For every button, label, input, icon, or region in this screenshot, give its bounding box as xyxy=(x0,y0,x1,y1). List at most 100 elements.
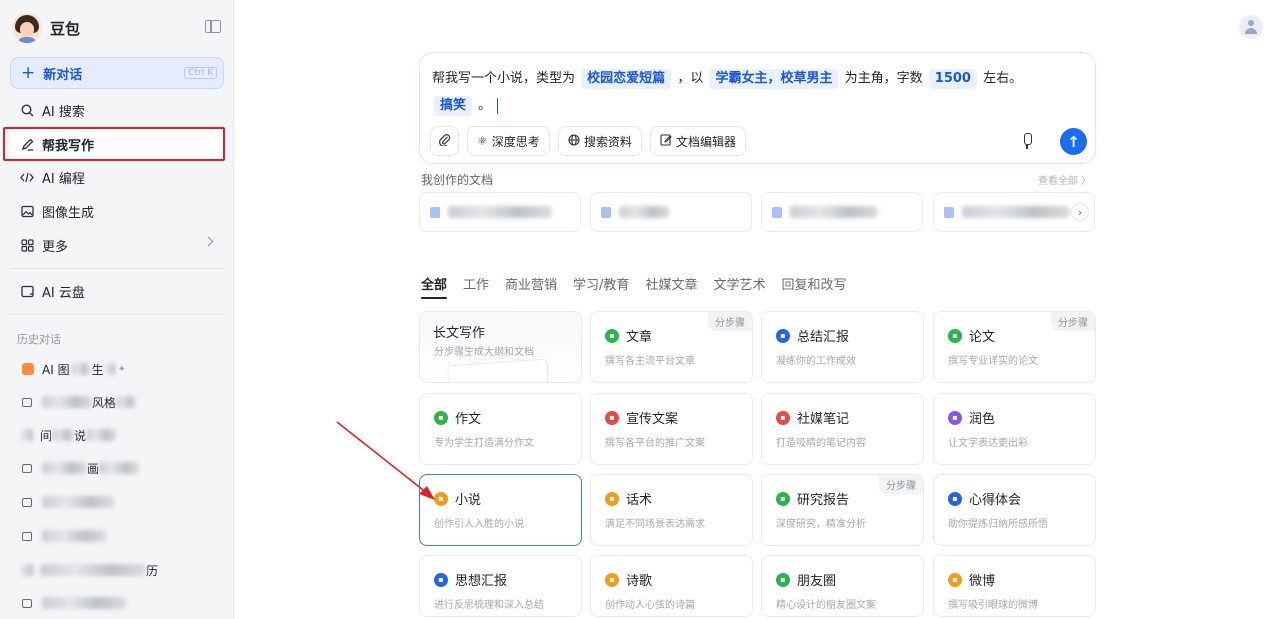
template-card[interactable]: ▪ 社媒笔记 打造吸睛的笔记内容 xyxy=(761,393,924,465)
template-card[interactable]: ▪ 论文 撰写专业详实的论文 分步骤 xyxy=(933,311,1096,383)
attach-button[interactable] xyxy=(430,126,459,156)
history-item-label-suffix: 说 xyxy=(74,428,87,443)
template-card-desc: 撰写专业详实的论文 xyxy=(948,356,1038,367)
prompt-segment: 。 xyxy=(478,98,492,113)
template-card[interactable]: ▪ 总结汇报凝练你的工作成效 xyxy=(761,311,924,383)
new-chat-button[interactable]: + 新对话 Ctrl K xyxy=(10,57,224,89)
code-icon xyxy=(20,170,34,184)
doc-card[interactable] xyxy=(761,192,923,232)
template-card-title: ▪ 总结汇报 xyxy=(776,326,849,345)
doc-card[interactable] xyxy=(590,192,752,232)
doc-editor-button[interactable]: 文档编辑器 xyxy=(650,126,747,156)
sidebar-item-image-gen[interactable]: 图像生成 xyxy=(10,195,224,227)
prompt-text[interactable]: 帮我写一个小说，类型为 校园恋爱短篇 ，以 学霸女主，校草男主 为主角，字数 1… xyxy=(432,65,1082,119)
template-card[interactable]: ▪ 心得体会 助你提炼归纳所感所悟 xyxy=(933,474,1096,546)
tab-all[interactable]: 全部 xyxy=(421,274,448,299)
article-icon: ▪ xyxy=(605,328,619,343)
search-sources-button[interactable]: 搜索资料 xyxy=(558,126,643,156)
history-item-label: 间 xyxy=(40,428,53,443)
template-card[interactable]: ▪ 研究报告 深度研究，精准分析 分步骤 xyxy=(761,474,924,546)
template-card-label: 作文 xyxy=(455,412,482,427)
microphone-icon[interactable] xyxy=(1021,133,1033,149)
history-item[interactable] xyxy=(22,491,212,513)
template-card-label: 微博 xyxy=(969,574,996,589)
template-card-title: ▪ 朋友圈 xyxy=(776,570,836,589)
prompt-segment: ，以 xyxy=(677,71,704,86)
sidebar-divider xyxy=(10,314,224,315)
template-card[interactable]: ▪ 润色 让文字表达更出彩 xyxy=(933,393,1096,465)
sidebar-divider xyxy=(10,268,224,269)
sidebar-item-label: AI 搜索 xyxy=(42,104,85,120)
composer[interactable]: 帮我写一个小说，类型为 校园恋爱短篇 ，以 学霸女主，校草男主 为主角，字数 1… xyxy=(419,52,1096,164)
tab-work[interactable]: 工作 xyxy=(463,274,489,299)
template-card-label: 诗歌 xyxy=(626,574,653,589)
thought-report-icon: ▪ xyxy=(434,572,448,587)
speech-icon: ▪ xyxy=(605,491,619,506)
sidebar-item-more[interactable]: 更多 xyxy=(10,229,224,261)
tab-literature[interactable]: 文学艺术 xyxy=(713,274,765,299)
history-item[interactable]: 风格 xyxy=(22,391,212,413)
moments-icon: ▪ xyxy=(776,572,790,587)
template-card-title: 长文写作 xyxy=(433,322,485,341)
template-card[interactable]: ▪ 话术 满足不同场景表达需求 xyxy=(590,474,753,546)
tab-marketing[interactable]: 商业营销 xyxy=(505,274,557,299)
view-all-link[interactable]: 查看全部 〉 xyxy=(1038,172,1091,187)
ai-image-icon xyxy=(22,363,34,375)
template-card-desc: 凝练你的工作成效 xyxy=(776,356,856,367)
slot-genre[interactable]: 校园恋爱短篇 xyxy=(581,69,672,89)
tab-education[interactable]: 学习/教育 xyxy=(573,274,629,299)
template-card-desc: 撰写吸引眼球的微博 xyxy=(948,600,1038,611)
send-button[interactable]: ↑ xyxy=(1060,128,1087,155)
template-card[interactable]: ▪ 微博 撰写吸引眼球的微博 xyxy=(933,555,1096,617)
prompt-segment: 帮我写一个小说，类型为 xyxy=(432,71,576,86)
step-badge: 分步骤 xyxy=(1051,312,1095,331)
slot-word-count[interactable]: 1500 xyxy=(928,69,977,89)
brand[interactable]: 豆包 xyxy=(12,12,80,44)
sidebar-item-ai-search[interactable]: AI 搜索 xyxy=(10,94,224,126)
doc-icon xyxy=(430,206,440,218)
template-card-label: 话术 xyxy=(626,493,653,508)
paper-illustration xyxy=(447,358,549,382)
slot-style[interactable]: 搞笑 xyxy=(434,96,473,116)
template-card[interactable]: ▪ 朋友圈 精心设计的朋友圈文案 xyxy=(761,555,924,617)
template-card[interactable]: ▪ 思想汇报 进行反思梳理和深入总结 xyxy=(419,555,582,617)
template-card-title: ▪ 思想汇报 xyxy=(434,570,507,589)
tab-social[interactable]: 社媒文章 xyxy=(645,274,697,299)
template-card-label: 思想汇报 xyxy=(455,574,508,589)
history-item[interactable]: 间 说 xyxy=(22,424,212,446)
template-card[interactable]: ▪ 作文 专为学生打造满分作文 xyxy=(419,393,582,465)
research-icon: ▪ xyxy=(776,491,790,506)
deep-think-button[interactable]: ⚛ 深度思考 xyxy=(467,126,550,156)
promo-icon: ▪ xyxy=(605,410,619,425)
history-item-label: AI 图 xyxy=(42,362,70,377)
doc-card[interactable] xyxy=(419,192,581,232)
template-card-desc: 创作引人入胜的小说 xyxy=(434,519,524,530)
template-card-label: 小说 xyxy=(455,493,482,508)
template-card[interactable]: ▪ 小说 创作引人入胜的小说 xyxy=(419,474,582,546)
template-card-title: ▪ 话术 xyxy=(605,489,652,508)
history-item[interactable] xyxy=(22,525,212,547)
history-item[interactable] xyxy=(22,592,212,614)
atom-icon: ⚛ xyxy=(477,134,488,148)
search-icon xyxy=(20,103,34,117)
template-card[interactable]: 长文写作 分步骤生成大纲和文档 xyxy=(419,311,582,383)
sidebar-item-cloud[interactable]: AI 云盘 xyxy=(10,275,224,307)
history-item[interactable]: AI 图 生 ✦ xyxy=(22,358,212,380)
slot-protagonists[interactable]: 学霸女主，校草男主 xyxy=(709,69,839,89)
new-chat-label: 新对话 xyxy=(43,67,83,83)
my-docs-title: 我创作的文档 xyxy=(421,173,494,187)
history-item[interactable]: 画 xyxy=(22,457,212,479)
sidebar-item-label: AI 编程 xyxy=(42,171,85,187)
sidebar-item-ai-coding[interactable]: AI 编程 xyxy=(10,161,224,193)
tab-rewrite[interactable]: 回复和改写 xyxy=(781,274,846,299)
sidebar-collapse-icon[interactable] xyxy=(205,20,221,33)
template-card[interactable]: ▪ 文章 撰写各主流平台文章 分步骤 xyxy=(590,311,753,383)
chevron-right-icon[interactable]: › xyxy=(1071,203,1089,221)
template-card[interactable]: ▪ 诗歌 创作动人心弦的诗篇 xyxy=(590,555,753,617)
history-item[interactable]: 历 xyxy=(22,559,212,581)
user-avatar[interactable] xyxy=(1239,15,1263,39)
template-card-title: ▪ 作文 xyxy=(434,408,481,427)
sidebar-item-label: 更多 xyxy=(42,239,69,255)
sidebar: 豆包 + 新对话 Ctrl K AI 搜索 帮我写作 AI 编程 图像生成 更多… xyxy=(0,0,234,619)
template-card[interactable]: ▪ 宣传文案 撰写各平台的推广文案 xyxy=(590,393,753,465)
